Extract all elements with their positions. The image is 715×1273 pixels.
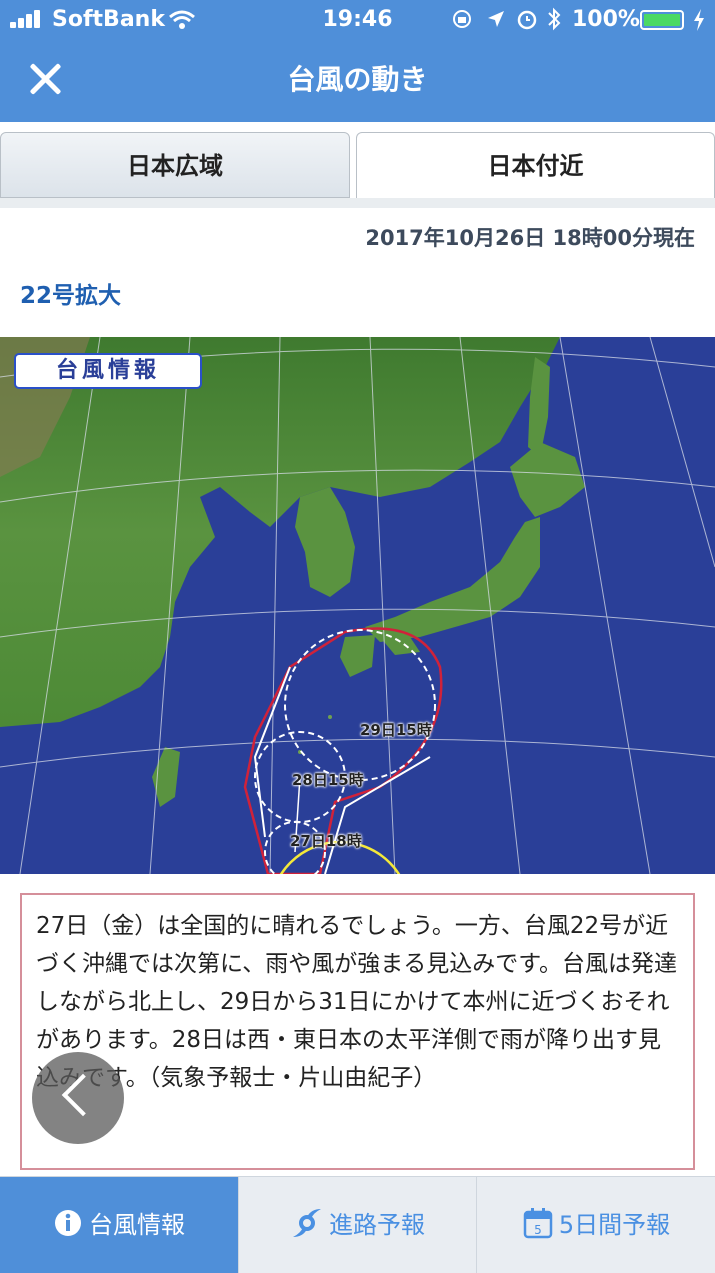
bottom-tab-bar: 台風情報 進路予報 5 5日間予報 <box>0 1176 715 1273</box>
bottom-tab-5day-forecast[interactable]: 5 5日間予報 <box>476 1177 715 1273</box>
location-icon <box>488 11 504 27</box>
forecast-text-box: 27日（金）は全国的に晴れるでしょう。一方、台風22号が近づく沖縄では次第に、雨… <box>20 893 695 1170</box>
rotation-lock-icon <box>453 10 471 28</box>
typhoon-icon <box>293 1209 321 1237</box>
tab-japan-wide[interactable]: 日本広域 <box>0 132 350 198</box>
map-badge: 台風情報 <box>14 353 202 389</box>
charging-icon <box>694 9 704 31</box>
bottom-tab-track-forecast[interactable]: 進路予報 <box>238 1177 477 1273</box>
header-bar: SoftBank 19:46 100% 台風の動き <box>0 0 715 122</box>
back-button[interactable] <box>32 1052 124 1144</box>
forecast-label: 29日15時 <box>360 721 432 739</box>
bluetooth-icon <box>548 7 561 31</box>
forecast-label: 28日15時 <box>292 771 364 789</box>
typhoon-number-label: 22号拡大 <box>20 283 122 309</box>
timestamp: 2017年10月26日 18時00分現在 <box>365 226 695 250</box>
forecast-description: 27日（金）は全国的に晴れるでしょう。一方、台風22号が近づく沖縄では次第に、雨… <box>36 913 678 1091</box>
bottom-tab-label: 5日間予報 <box>558 1211 671 1239</box>
page-title: 台風の動き <box>287 63 428 96</box>
bottom-tab-label: 進路予報 <box>329 1211 425 1239</box>
tab-japan-vicinity[interactable]: 日本付近 <box>356 132 715 198</box>
info-icon <box>55 1210 81 1236</box>
calendar-icon-text: 5 <box>534 1223 542 1237</box>
battery-percent: 100% <box>572 7 640 32</box>
map-graphic <box>0 337 715 874</box>
forecast-label: 27日18時 <box>290 832 362 850</box>
bottom-tab-label: 台風情報 <box>89 1211 185 1239</box>
typhoon-map[interactable]: 台風情報 29日15時 28日15時 27日18時 <box>0 337 715 874</box>
alarm-icon <box>517 10 537 30</box>
tab-divider <box>0 198 715 208</box>
calendar-icon: 5 <box>523 1208 553 1239</box>
battery-icon <box>640 10 684 30</box>
bottom-tab-typhoon-info[interactable]: 台風情報 <box>0 1177 238 1273</box>
